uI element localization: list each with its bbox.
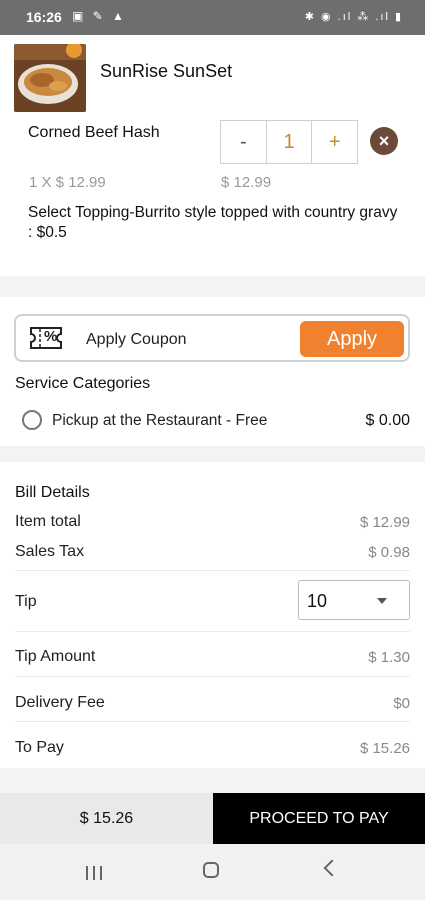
notification-icons: ▣ ✎ ▲	[72, 9, 127, 23]
divider	[15, 676, 410, 677]
tip-selected-value: 10	[307, 591, 328, 611]
apply-coupon-button[interactable]: Apply	[300, 321, 404, 357]
pickup-option-price: $ 0.00	[365, 412, 410, 429]
restaurant-name: SunRise SunSet	[100, 61, 233, 81]
tip-amount-label: Tip Amount	[15, 648, 96, 665]
increase-quantity-button[interactable]: +	[312, 121, 357, 163]
tip-dropdown[interactable]: 10	[298, 580, 410, 620]
unit-price: 1 X $ 12.99	[29, 174, 106, 191]
sales-tax-label: Sales Tax	[15, 543, 85, 560]
divider	[15, 631, 410, 632]
status-bar: 16:26 ▣ ✎ ▲ ✱ ◉ .ıl ⁂ .ıl ▮	[0, 0, 425, 35]
sales-tax-value: $ 0.98	[368, 544, 410, 561]
close-icon: ×	[378, 131, 390, 151]
item-total-value: $ 12.99	[359, 514, 410, 531]
quantity-value: 1	[267, 121, 313, 163]
pickup-radio[interactable]	[22, 410, 42, 430]
system-status-icons: ✱ ◉ .ıl ⁂ .ıl ▮	[304, 11, 403, 23]
remove-item-button[interactable]: ×	[370, 127, 398, 155]
status-time: 16:26	[26, 9, 62, 25]
quantity-stepper: - 1 +	[220, 120, 358, 164]
pickup-option-label[interactable]: Pickup at the Restaurant - Free	[52, 412, 267, 430]
topping-description: Select Topping-Burrito style topped with…	[28, 204, 398, 241]
footer-total: $ 15.26	[0, 793, 213, 844]
proceed-to-pay-button[interactable]: PROCEED TO PAY	[213, 793, 425, 844]
restaurant-thumbnail	[14, 44, 86, 112]
bill-details-title: Bill Details	[15, 484, 90, 501]
dropdown-arrow-icon	[377, 598, 387, 604]
coupon-box: % Apply Coupon Apply	[14, 314, 410, 362]
home-icon[interactable]	[203, 862, 219, 878]
decrease-quantity-button[interactable]: -	[221, 121, 267, 163]
delivery-fee-value: $0	[393, 695, 410, 712]
delivery-fee-label: Delivery Fee	[15, 694, 105, 711]
cart-item-name: Corned Beef Hash	[28, 124, 160, 141]
divider	[15, 570, 410, 571]
line-price: $ 12.99	[221, 174, 272, 191]
divider	[15, 721, 410, 722]
service-categories-title: Service Categories	[15, 375, 151, 392]
tip-label: Tip	[15, 593, 37, 610]
recents-icon[interactable]	[86, 866, 104, 880]
item-total-label: Item total	[15, 513, 81, 530]
tip-amount-value: $ 1.30	[368, 649, 410, 666]
checkout-bar: $ 15.26 PROCEED TO PAY	[0, 793, 425, 844]
coupon-icon: %	[28, 324, 64, 352]
coupon-label: Apply Coupon	[86, 331, 187, 348]
to-pay-value: $ 15.26	[359, 740, 410, 757]
to-pay-label: To Pay	[15, 739, 64, 756]
